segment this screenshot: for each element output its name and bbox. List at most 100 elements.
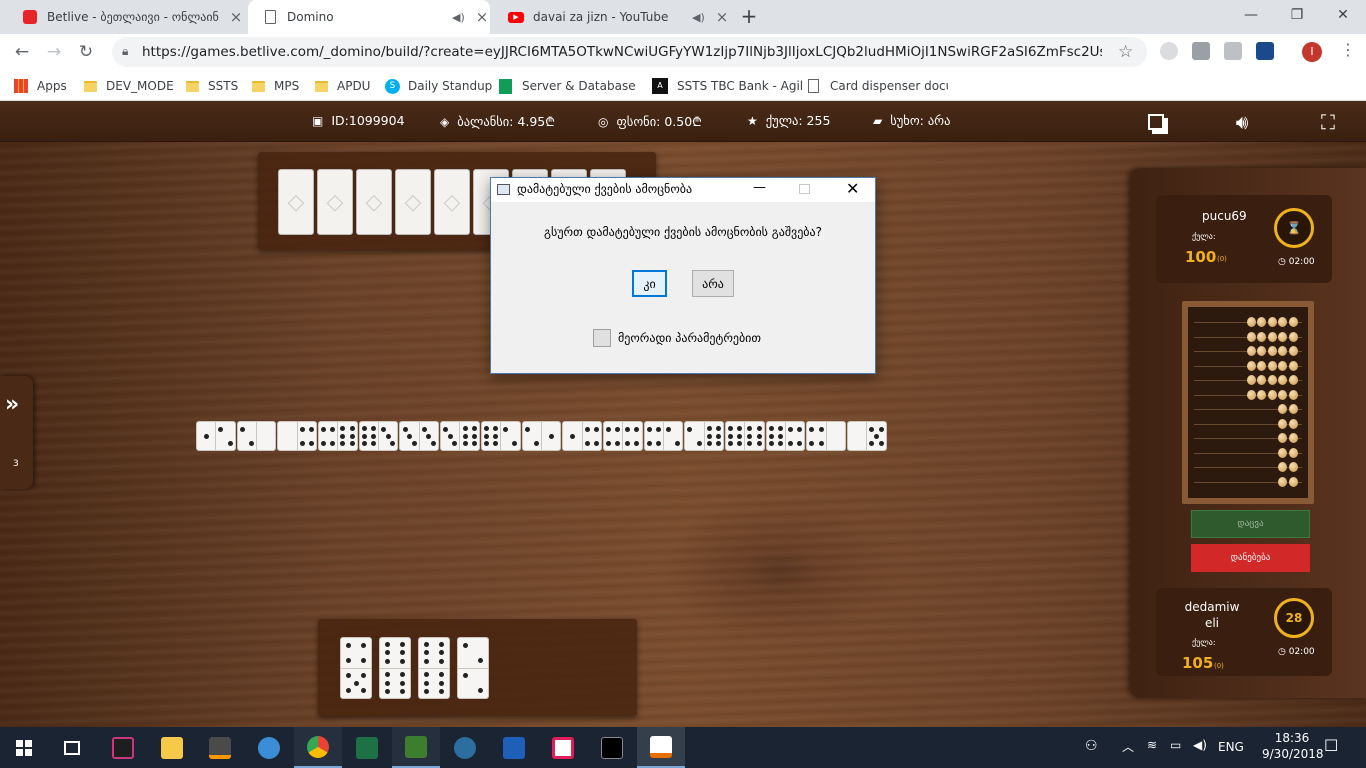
secondary-params-checkbox[interactable]	[593, 329, 611, 347]
abacus-bead	[1278, 360, 1287, 371]
bookmark-daily-standup[interactable]: S Daily Standup	[385, 76, 492, 96]
close-icon[interactable]: ×	[228, 8, 244, 26]
wifi-icon[interactable]: ≋	[1147, 738, 1157, 752]
extension-icon[interactable]	[1256, 42, 1274, 60]
pip	[777, 425, 783, 431]
notifications-icon[interactable]: ☐	[1324, 736, 1338, 755]
star-icon[interactable]: ☆	[1118, 42, 1133, 62]
bookmark-ssts-tbc[interactable]: A SSTS TBC Bank - Agil	[652, 76, 822, 96]
pip	[340, 441, 346, 447]
yes-button[interactable]: კი	[632, 270, 667, 297]
defend-button[interactable]: დაცვა	[1191, 510, 1310, 538]
pip	[462, 441, 468, 447]
hand-domino[interactable]	[457, 637, 489, 699]
address-bar[interactable]: 🔒︎ https://games.betlive.com/_domino/bui…	[112, 37, 1147, 67]
pip	[439, 680, 444, 686]
intellij-icon[interactable]	[99, 727, 147, 768]
new-tab-button[interactable]: +	[738, 5, 760, 27]
pip	[777, 433, 783, 439]
pip	[385, 672, 390, 678]
extension-icon[interactable]	[1160, 42, 1178, 60]
globe-icon[interactable]	[441, 727, 489, 768]
opponent-tile-back: ◇	[395, 169, 431, 235]
turn-timer: 28	[1274, 598, 1314, 638]
profile-avatar[interactable]: I	[1302, 42, 1322, 62]
people-icon[interactable]: ⚇	[1085, 738, 1098, 754]
abacus-bead	[1246, 375, 1256, 385]
bookmark-mps[interactable]: MPS	[252, 76, 299, 96]
window-mode-icon[interactable]	[1144, 110, 1168, 134]
fullscreen-icon[interactable]: ⛶	[1316, 110, 1340, 134]
clock[interactable]: 18:36 9/30/2018	[1262, 731, 1324, 761]
language-indicator[interactable]: ENG	[1218, 740, 1244, 754]
bookmark-ssts[interactable]: SSTS	[186, 76, 238, 96]
back-icon[interactable]: ←	[8, 38, 36, 66]
pip	[421, 426, 427, 432]
forward-icon[interactable]: →	[40, 38, 68, 66]
bookmark-apdu[interactable]: APDU	[315, 76, 370, 96]
speaker-icon[interactable]: ◀)	[692, 11, 708, 24]
pip	[439, 689, 444, 694]
excel-icon[interactable]	[343, 727, 391, 768]
hand-domino[interactable]	[418, 637, 450, 699]
abacus-bead	[1278, 462, 1287, 472]
surrender-button[interactable]: დანებება	[1191, 544, 1310, 572]
speaker-icon[interactable]: ◀)	[452, 11, 468, 24]
minimize-button[interactable]: —	[1228, 0, 1274, 30]
dialog-close-button[interactable]: ✕	[846, 179, 859, 198]
menu-icon[interactable]: ⋮	[1340, 40, 1356, 59]
close-icon[interactable]: ×	[474, 8, 490, 26]
pip	[371, 441, 376, 447]
hand-domino[interactable]	[379, 637, 411, 699]
chat-icon[interactable]	[245, 727, 293, 768]
sublime-icon[interactable]	[196, 727, 244, 768]
tab-youtube[interactable]: ▶ davai za jizn - YouTube ◀) ×	[494, 0, 730, 34]
volume-icon[interactable]: ◀)	[1193, 738, 1207, 752]
bookmark-dev-mode[interactable]: DEV_MODE	[84, 76, 174, 96]
reload-icon[interactable]: ↻	[72, 38, 100, 66]
pip	[340, 433, 346, 439]
domino-half	[825, 422, 845, 450]
pip	[361, 425, 367, 431]
abacus-bead	[1278, 375, 1287, 385]
bookmark-server-db[interactable]: Server & Database Pe	[499, 76, 639, 96]
url-text[interactable]: https://games.betlive.com/_domino/build/…	[142, 44, 1102, 60]
pip	[308, 426, 314, 432]
file-explorer-icon[interactable]	[148, 727, 196, 768]
pip	[696, 440, 702, 446]
bookmark-apps[interactable]: Apps	[14, 76, 67, 96]
extension-icon[interactable]	[1192, 42, 1210, 60]
no-button[interactable]: არა	[692, 270, 734, 297]
cmd-icon[interactable]	[588, 727, 636, 768]
board-domino	[602, 421, 643, 451]
show-hidden-icon[interactable]: ︿	[1122, 738, 1134, 755]
opponent-tile-back: ◇	[434, 169, 470, 235]
chrome-icon[interactable]	[294, 727, 342, 768]
maximize-button[interactable]: ❐	[1274, 0, 1320, 30]
player-score-extra: (0)	[1214, 662, 1224, 670]
hand-domino[interactable]	[340, 637, 372, 699]
left-side-tab[interactable]: » 3	[0, 376, 33, 489]
java-icon[interactable]	[637, 727, 685, 768]
player-name: dedamiw eli	[1184, 600, 1240, 630]
pip	[353, 680, 359, 686]
dialog-maximize-button[interactable]	[799, 184, 810, 194]
close-window-button[interactable]: ✕	[1320, 0, 1366, 30]
bookmark-card-dispenser[interactable]: Card dispenser docu	[808, 76, 948, 96]
extension-icon[interactable]	[1224, 42, 1242, 60]
windows-start-icon[interactable]	[0, 727, 48, 768]
ide-icon[interactable]	[392, 727, 440, 768]
task-view-icon[interactable]	[48, 727, 96, 768]
dialog-minimize-button[interactable]: —	[753, 180, 766, 195]
sound-icon[interactable]: 🔊︎	[1230, 110, 1254, 134]
terminal-grid-icon[interactable]	[490, 727, 538, 768]
battery-icon[interactable]: ▭	[1170, 738, 1181, 752]
pip	[227, 440, 233, 446]
expand-icon[interactable]: »	[5, 392, 19, 417]
tab-domino[interactable]: Domino ◀) ×	[248, 0, 490, 34]
tab-betlive[interactable]: Betlive - ბეთლაივი - ონლაინ ×	[8, 0, 244, 34]
pip	[615, 440, 621, 446]
close-icon[interactable]: ×	[714, 8, 730, 26]
slack-icon[interactable]	[539, 727, 587, 768]
opponent-clock: ◷ 02:00	[1278, 257, 1315, 267]
